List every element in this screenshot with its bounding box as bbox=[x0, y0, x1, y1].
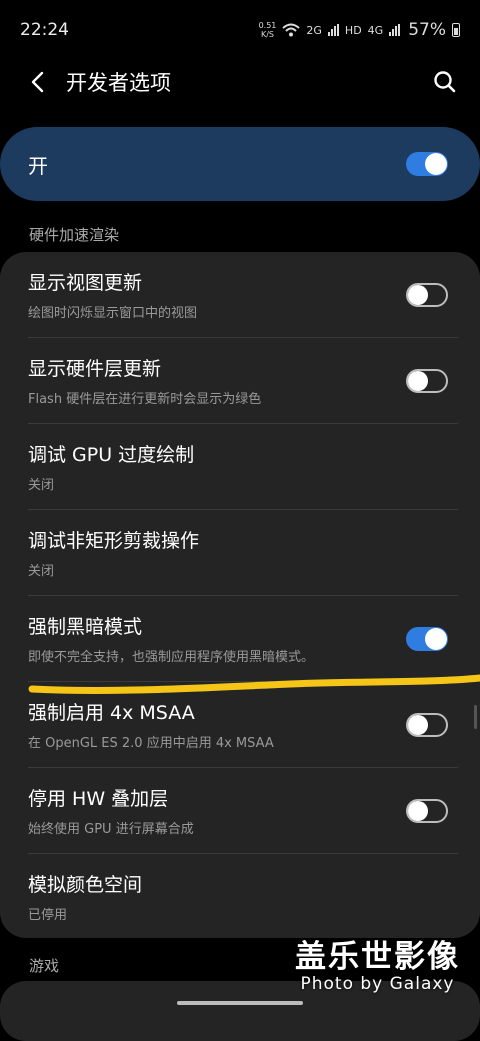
setting-title: 显示视图更新 bbox=[28, 272, 143, 294]
setting-title: 模拟颜色空间 bbox=[28, 874, 143, 896]
setting-subtitle: 关闭 bbox=[28, 478, 55, 493]
toggle-switch[interactable] bbox=[406, 626, 448, 651]
hd-badge: HD bbox=[344, 23, 362, 37]
network-speed: 0.51 K/S bbox=[258, 21, 277, 39]
page-title: 开发者选项 bbox=[66, 71, 171, 95]
setting-title: 强制黑暗模式 bbox=[28, 616, 143, 638]
setting-debug-gpu-overdraw[interactable]: 调试 GPU 过度绘制关闭 bbox=[0, 424, 480, 509]
watermark-main: 盖乐世影像 bbox=[295, 939, 460, 975]
setting-subtitle: 在 OpenGL ES 2.0 应用中启用 4x MSAA bbox=[28, 736, 274, 751]
setting-title: 显示硬件层更新 bbox=[28, 358, 162, 380]
battery-icon bbox=[452, 23, 460, 37]
setting-title: 停用 HW 叠加层 bbox=[28, 788, 169, 810]
sim1-type: 2G bbox=[306, 23, 322, 37]
status-time: 22:24 bbox=[20, 20, 69, 40]
setting-title: 强制启用 4x MSAA bbox=[28, 702, 195, 724]
setting-force-dark-mode[interactable]: 强制黑暗模式即使不完全支持，也强制应用程序使用黑暗模式。 bbox=[0, 596, 480, 681]
galaxy-watermark: 盖乐世影像 Photo by Galaxy bbox=[295, 940, 460, 994]
section-header-games: 游戏 bbox=[29, 957, 60, 975]
setting-simulate-color-space[interactable]: 模拟颜色空间 已停用 bbox=[0, 854, 480, 938]
setting-subtitle: Flash 硬件层在进行更新时会显示为绿色 bbox=[28, 392, 262, 407]
scrollbar[interactable] bbox=[474, 705, 477, 729]
settings-card: 显示视图更新绘图时闪烁显示窗口中的视图 显示硬件层更新 Flash 硬件层在进行更… bbox=[0, 252, 480, 938]
status-bar: 22:24 0.51 K/S 2G HD 4G 57% bbox=[0, 0, 480, 60]
setting-subtitle: 绘图时闪烁显示窗口中的视图 bbox=[28, 306, 198, 321]
battery-percent: 57% bbox=[408, 20, 446, 40]
master-switch-label: 开 bbox=[28, 153, 48, 178]
signal-icon bbox=[389, 24, 401, 36]
signal-icon bbox=[327, 24, 339, 36]
status-icons: 0.51 K/S 2G HD 4G 57% bbox=[259, 20, 460, 40]
master-toggle[interactable] bbox=[406, 152, 448, 176]
setting-subtitle: 关闭 bbox=[28, 564, 55, 579]
section-header-hardware-rendering: 硬件加速渲染 bbox=[29, 226, 120, 244]
toggle-switch[interactable] bbox=[406, 712, 448, 737]
toggle-switch[interactable] bbox=[406, 368, 448, 393]
setting-show-hw-layer-updates[interactable]: 显示硬件层更新 Flash 硬件层在进行更新时会显示为绿色 bbox=[0, 338, 480, 423]
wifi-icon bbox=[282, 23, 301, 37]
setting-debug-non-rect-clip[interactable]: 调试非矩形剪裁操作关闭 bbox=[0, 510, 480, 595]
chevron-left-icon[interactable] bbox=[26, 71, 48, 93]
sim2-type: 4G bbox=[367, 23, 384, 37]
setting-subtitle: 始终使用 GPU 进行屏幕合成 bbox=[28, 822, 194, 837]
setting-show-view-updates[interactable]: 显示视图更新绘图时闪烁显示窗口中的视图 bbox=[0, 252, 480, 337]
setting-title: 调试 GPU 过度绘制 bbox=[28, 444, 195, 466]
toggle-switch[interactable] bbox=[406, 798, 448, 823]
app-header: 开发者选项 bbox=[0, 54, 480, 110]
search-icon[interactable] bbox=[432, 69, 458, 95]
setting-disable-hw-overlays[interactable]: 停用 HW 叠加层始终使用 GPU 进行屏幕合成 bbox=[0, 768, 480, 853]
setting-force-4x-msaa[interactable]: 强制启用 4x MSAA 在 OpenGL ES 2.0 应用中启用 4x MSA… bbox=[0, 682, 480, 767]
setting-subtitle: 即使不完全支持，也强制应用程序使用黑暗模式。 bbox=[28, 650, 315, 665]
setting-subtitle: 已停用 bbox=[28, 908, 68, 923]
home-indicator[interactable] bbox=[177, 1001, 303, 1005]
setting-title: 调试非矩形剪裁操作 bbox=[28, 530, 200, 552]
watermark-sub: Photo by Galaxy bbox=[300, 974, 455, 994]
toggle-switch[interactable] bbox=[406, 282, 448, 307]
developer-options-master-switch[interactable]: 开 bbox=[0, 127, 480, 201]
